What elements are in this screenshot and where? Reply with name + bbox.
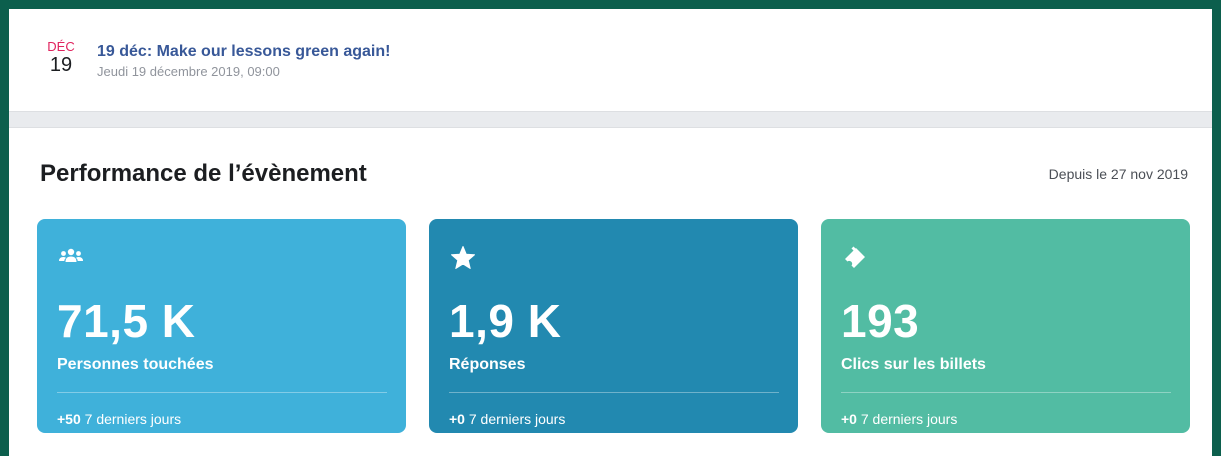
metric-label: Clics sur les billets <box>841 356 986 373</box>
metric-footer: +50 7 derniers jours <box>57 410 181 428</box>
metric-footer: +0 7 derniers jours <box>841 410 957 428</box>
metric-period: 7 derniers jours <box>860 411 958 427</box>
metric-delta: +0 <box>449 411 465 427</box>
metric-card-reach[interactable]: 71,5 K Personnes touchées +50 7 derniers… <box>37 219 406 433</box>
ticket-icon <box>842 245 868 271</box>
event-info: 19 déc: Make our lessons green again! Je… <box>97 42 390 81</box>
event-datetime: Jeudi 19 décembre 2019, 09:00 <box>97 64 280 79</box>
metric-value: 71,5 K <box>57 295 196 347</box>
metric-card-responses[interactable]: 1,9 K Réponses +0 7 derniers jours <box>429 219 798 433</box>
metric-value: 1,9 K <box>449 295 562 347</box>
metric-footer: +0 7 derniers jours <box>449 410 565 428</box>
star-icon <box>450 245 476 271</box>
metric-divider <box>57 392 387 393</box>
event-day: 19 <box>49 54 73 76</box>
section-separator <box>9 111 1212 128</box>
event-title-link[interactable]: 19 déc: Make our lessons green again! <box>97 42 390 62</box>
metric-card-ticket-clicks[interactable]: 193 Clics sur les billets +0 7 derniers … <box>821 219 1190 433</box>
metric-value: 193 <box>841 295 920 347</box>
metric-label: Personnes touchées <box>57 356 214 373</box>
metric-period: 7 derniers jours <box>468 411 566 427</box>
metric-delta: +0 <box>841 411 857 427</box>
event-header: DÉC 19 19 déc: Make our lessons green ag… <box>9 9 1212 111</box>
metric-label: Réponses <box>449 356 526 373</box>
event-date-block: DÉC 19 <box>39 39 83 76</box>
people-icon <box>58 245 84 271</box>
performance-since-date: Depuis le 27 nov 2019 <box>1048 166 1188 182</box>
metric-divider <box>841 392 1171 393</box>
page-frame: DÉC 19 19 déc: Make our lessons green ag… <box>9 9 1212 456</box>
metric-divider <box>449 392 779 393</box>
metric-period: 7 derniers jours <box>84 411 182 427</box>
performance-title: Performance de l’évènement <box>40 160 367 187</box>
event-month: DÉC <box>47 39 75 54</box>
metric-delta: +50 <box>57 411 81 427</box>
